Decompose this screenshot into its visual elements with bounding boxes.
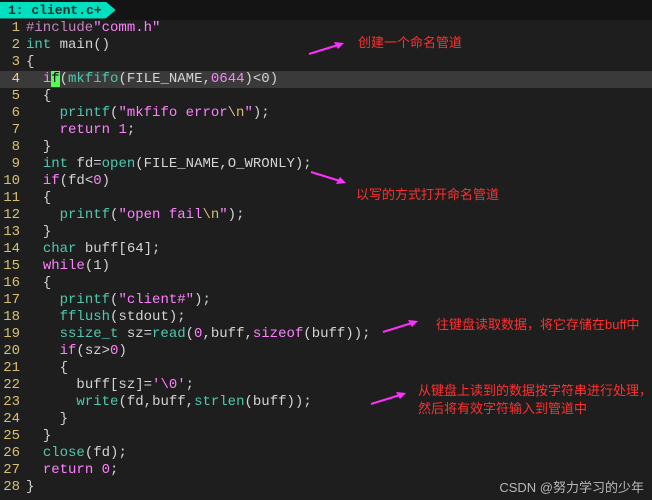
annotation: 从键盘上读到的数据按字符串进行处理， xyxy=(418,380,652,399)
arrow-icon xyxy=(366,392,406,406)
line-number: 27 xyxy=(0,462,26,479)
line-number: 9 xyxy=(0,156,26,173)
line-number: 19 xyxy=(0,326,26,343)
tab-bar: 1: client.c+ xyxy=(0,0,652,20)
arrow-icon xyxy=(306,170,346,184)
line-number: 16 xyxy=(0,275,26,292)
arrow-icon xyxy=(378,320,418,334)
line-number: 15 xyxy=(0,258,26,275)
current-line: 4 if(mkfifo(FILE_NAME,0644)<0) xyxy=(0,71,652,88)
line-number: 1 xyxy=(0,20,26,37)
watermark: CSDN @努力学习的少年 xyxy=(499,477,644,496)
line-number: 10 xyxy=(0,173,26,190)
line-number: 3 xyxy=(0,54,26,71)
line-number: 24 xyxy=(0,411,26,428)
line-number: 13 xyxy=(0,224,26,241)
line-number: 6 xyxy=(0,105,26,122)
line-number: 25 xyxy=(0,428,26,445)
annotation: 以写的方式打开命名管道 xyxy=(356,184,499,203)
line-number: 22 xyxy=(0,377,26,394)
line-number: 2 xyxy=(0,37,26,54)
annotation: 然后将有效字符输入到管道中 xyxy=(418,398,587,417)
line-number: 23 xyxy=(0,394,26,411)
line-number: 5 xyxy=(0,88,26,105)
line-number: 26 xyxy=(0,445,26,462)
code-editor[interactable]: 1#include"comm.h" 2int main() 3{ 4 if(mk… xyxy=(0,20,652,496)
cursor: f xyxy=(51,71,59,87)
tab-client[interactable]: 1: client.c+ xyxy=(0,2,116,19)
arrow-icon xyxy=(304,42,344,56)
annotation: 往键盘读取数据，将它存储在buff中 xyxy=(436,314,639,333)
line-number: 28 xyxy=(0,479,26,496)
line-number: 7 xyxy=(0,122,26,139)
line-number: 8 xyxy=(0,139,26,156)
line-number: 14 xyxy=(0,241,26,258)
line-number: 17 xyxy=(0,292,26,309)
line-number: 11 xyxy=(0,190,26,207)
line-number: 18 xyxy=(0,309,26,326)
line-number: 21 xyxy=(0,360,26,377)
annotation: 创建一个命名管道 xyxy=(358,32,462,51)
line-number: 20 xyxy=(0,343,26,360)
line-number: 12 xyxy=(0,207,26,224)
